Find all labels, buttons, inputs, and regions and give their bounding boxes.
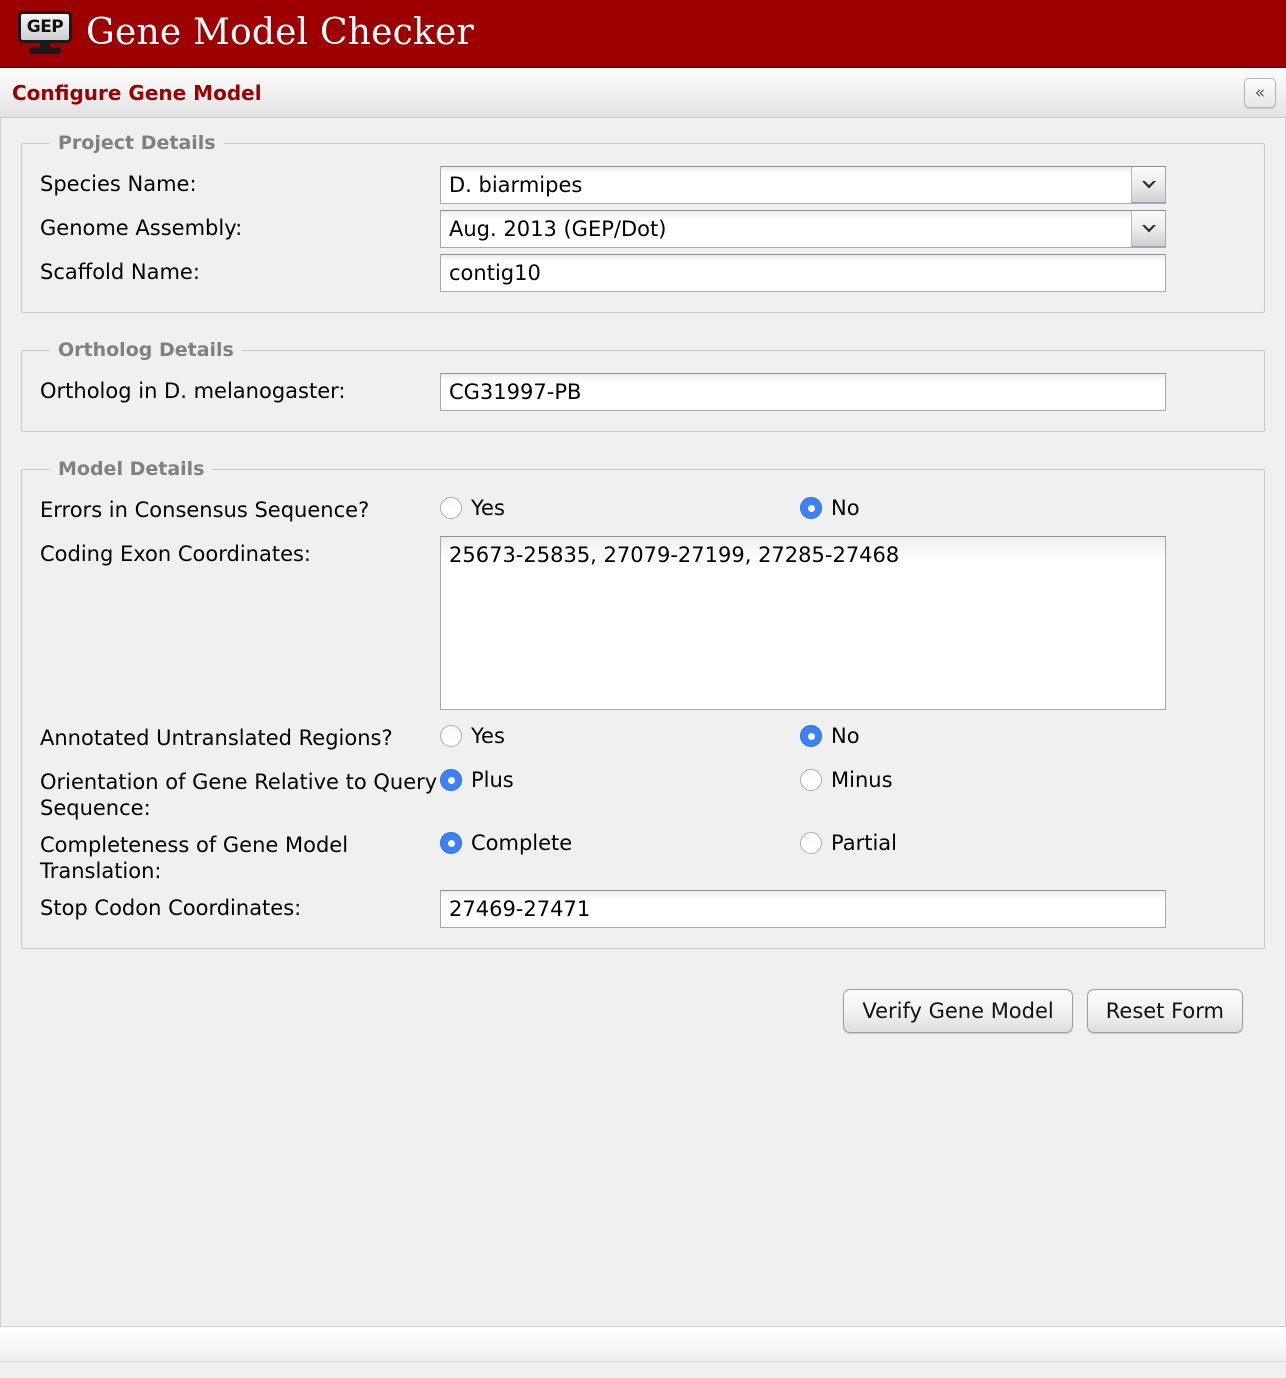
section-legend-ortholog-details: Ortholog Details [58,339,234,361]
radio-indicator [440,497,462,519]
radio-indicator [440,725,462,747]
radio-errors-yes[interactable]: Yes [440,496,800,520]
radio-orientation-plus[interactable]: Plus [440,768,800,792]
monitor-base [29,47,61,54]
field-row-coding-exon: Coding Exon Coordinates: 25673-25835, 27… [40,536,1246,714]
reset-form-button[interactable]: Reset Form [1086,989,1243,1034]
radio-label: Yes [471,496,505,520]
verify-gene-model-button[interactable]: Verify Gene Model [843,989,1073,1034]
section-model-details: Model Details Errors in Consensus Sequen… [21,458,1265,950]
coding-exon-textarea[interactable]: 25673-25835, 27079-27199, 27285-27468 [440,536,1166,710]
genome-assembly-select[interactable]: Aug. 2013 (GEP/Dot) [440,210,1166,248]
radio-indicator [440,769,462,791]
field-row-species-name: Species Name: D. biarmipes [40,166,1246,204]
label-species-name: Species Name: [40,172,197,196]
radio-label: No [831,724,860,748]
utr-radio-group: Yes No [440,720,1246,748]
orientation-radio-group: Plus Minus [440,764,1246,792]
gep-monitor-icon: GEP [18,11,72,55]
species-name-select[interactable]: D. biarmipes [440,166,1166,204]
chevron-down-icon[interactable] [1131,167,1165,203]
app-titlebar: GEP Gene Model Checker [0,0,1286,68]
gep-logo-text: GEP [18,11,72,43]
field-row-utr: Annotated Untranslated Regions? Yes No [40,720,1246,758]
form-button-bar: Verify Gene Model Reset Form [21,975,1265,1034]
field-row-scaffold-name: Scaffold Name: [40,254,1246,292]
radio-utr-yes[interactable]: Yes [440,724,800,748]
stop-codon-input[interactable] [440,890,1166,929]
section-legend-model-details: Model Details [58,458,205,480]
radio-label: Complete [471,831,573,856]
radio-completeness-partial[interactable]: Partial [800,831,897,855]
label-ortholog: Ortholog in D. melanogaster: [40,379,346,403]
radio-label: No [831,496,860,520]
label-errors-consensus: Errors in Consensus Sequence? [40,498,370,522]
label-utr: Annotated Untranslated Regions? [40,726,393,750]
label-orientation: Orientation of Gene Relative to Query Se… [40,770,438,820]
scaffold-name-input[interactable] [440,254,1166,292]
footer-bar [0,1326,1286,1362]
configure-gene-model-form: Project Details Species Name: D. biarmip… [0,118,1286,1326]
radio-orientation-minus[interactable]: Minus [800,768,893,792]
radio-indicator [440,832,462,855]
radio-label: Partial [831,831,897,856]
field-row-orientation: Orientation of Gene Relative to Query Se… [40,764,1246,821]
errors-consensus-radio-group: Yes No [440,492,1246,520]
radio-completeness-complete[interactable]: Complete [440,831,800,855]
radio-indicator [800,497,822,519]
label-coding-exon: Coding Exon Coordinates: [40,542,312,566]
field-row-genome-assembly: Genome Assembly: Aug. 2013 (GEP/Dot) [40,210,1246,248]
label-genome-assembly: Genome Assembly: [40,216,243,240]
chevron-down-icon[interactable] [1131,211,1165,247]
label-scaffold-name: Scaffold Name: [40,260,200,284]
radio-label: Minus [831,768,893,792]
species-name-value: D. biarmipes [440,166,1166,204]
section-project-details: Project Details Species Name: D. biarmip… [21,132,1265,313]
section-legend-project-details: Project Details [58,132,216,154]
ortholog-input[interactable] [440,373,1166,411]
app-title: Gene Model Checker [86,12,474,53]
panel-header: Configure Gene Model « [0,68,1286,118]
radio-errors-no[interactable]: No [800,496,860,520]
completeness-radio-group: Complete Partial [440,827,1246,855]
radio-indicator [800,832,822,855]
radio-label: Plus [471,768,514,792]
double-chevron-left-icon[interactable]: « [1244,77,1276,108]
section-ortholog-details: Ortholog Details Ortholog in D. melanoga… [21,339,1265,432]
label-stop-codon: Stop Codon Coordinates: [40,896,302,921]
field-row-completeness: Completeness of Gene Model Translation: … [40,827,1246,884]
radio-indicator [800,725,822,747]
radio-utr-no[interactable]: No [800,724,860,748]
label-completeness: Completeness of Gene Model Translation: [40,833,349,883]
field-row-ortholog: Ortholog in D. melanogaster: [40,373,1246,411]
genome-assembly-value: Aug. 2013 (GEP/Dot) [440,210,1166,248]
field-row-stop-codon: Stop Codon Coordinates: [40,890,1246,929]
page-title: Configure Gene Model [12,80,262,105]
radio-label: Yes [471,724,505,748]
radio-indicator [800,769,822,791]
field-row-errors-consensus: Errors in Consensus Sequence? Yes No [40,492,1246,530]
